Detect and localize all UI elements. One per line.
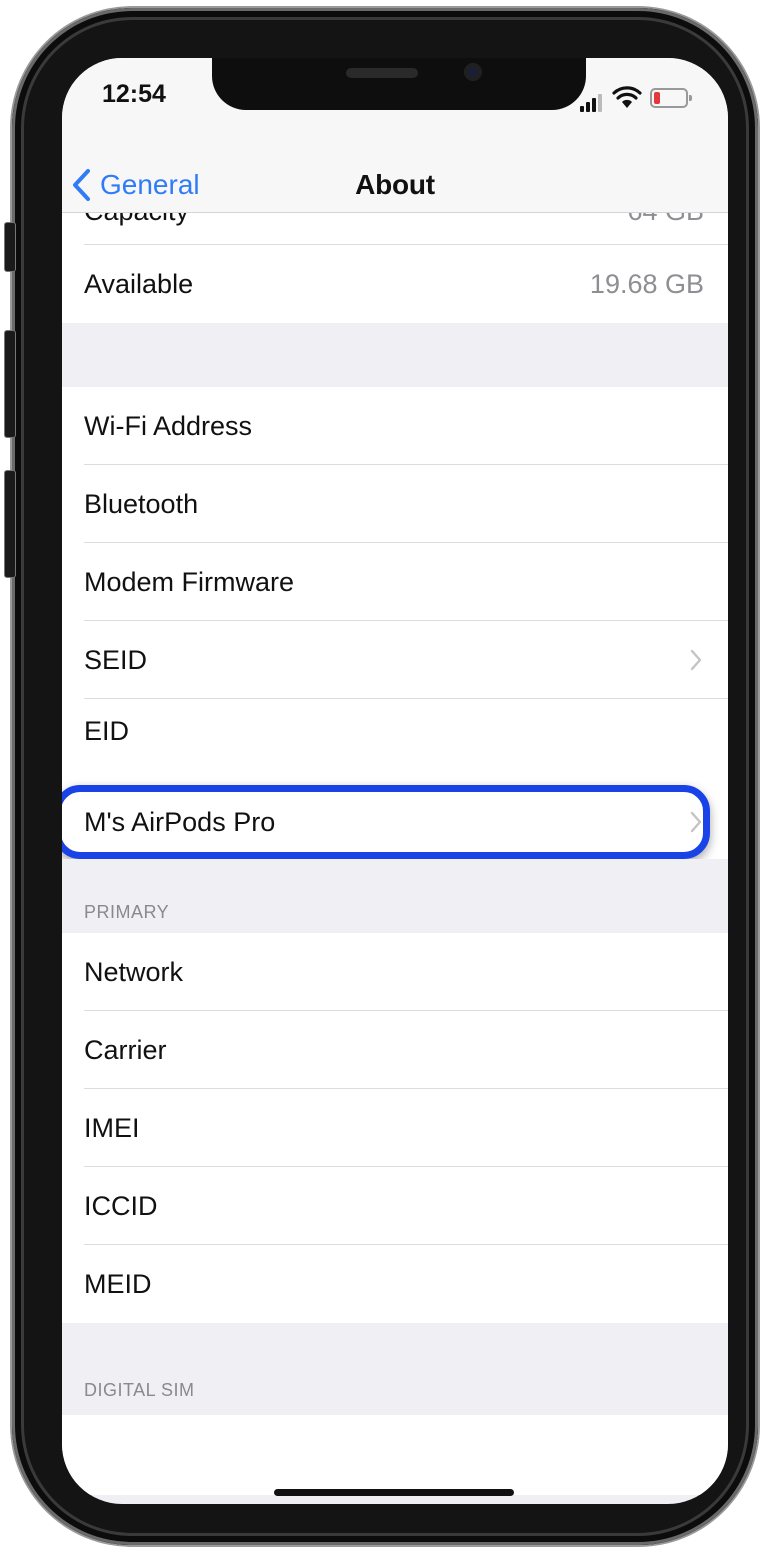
list-item-label: Bluetooth bbox=[84, 489, 199, 519]
list-item-eid: EID bbox=[62, 699, 728, 775]
list-item-bluetooth: Bluetooth bbox=[62, 465, 728, 543]
front-camera bbox=[464, 63, 482, 81]
action-button bbox=[4, 222, 16, 272]
list-item-label: Capacity bbox=[84, 213, 189, 235]
list-item-label: Modem Firmware bbox=[84, 567, 295, 597]
list-item-label: ICCID bbox=[84, 1191, 158, 1221]
volume-up-button bbox=[4, 330, 16, 438]
list-item-label: MEID bbox=[84, 1269, 152, 1299]
list-item-wifi-address: Wi-Fi Address bbox=[62, 387, 728, 465]
list-item-meid: MEID bbox=[62, 1245, 728, 1323]
list-item-digital-sim bbox=[62, 1415, 728, 1495]
list-item-iccid: ICCID bbox=[62, 1167, 728, 1245]
list-item-label: Carrier bbox=[84, 1035, 167, 1065]
status-time: 12:54 bbox=[102, 80, 166, 108]
section-header-digital-sim: DIGITAL SIM bbox=[62, 1323, 728, 1415]
signal-icon bbox=[580, 90, 604, 112]
list-item-label: IMEI bbox=[84, 1113, 140, 1143]
list-item-label: Network bbox=[84, 957, 184, 987]
list-item-airpods[interactable]: M's AirPods Pro bbox=[62, 785, 728, 859]
list-item-carrier: Carrier bbox=[62, 1011, 728, 1089]
list-item-value: 19.68 GB bbox=[589, 269, 704, 299]
volume-down-button bbox=[4, 470, 16, 578]
section-gap bbox=[62, 775, 728, 785]
list-item-modem-firmware: Modem Firmware bbox=[62, 543, 728, 621]
list-item-imei: IMEI bbox=[62, 1089, 728, 1167]
list-item-label: Available bbox=[84, 269, 194, 299]
notch bbox=[212, 58, 586, 110]
list-item-seid[interactable]: SEID bbox=[62, 621, 728, 699]
speaker-grille bbox=[346, 68, 418, 78]
home-indicator[interactable] bbox=[274, 1489, 514, 1496]
section-gap bbox=[62, 323, 728, 387]
list-item-label: EID bbox=[84, 716, 130, 746]
wifi-icon bbox=[612, 86, 642, 108]
status-icons bbox=[580, 86, 698, 112]
settings-list: Capacity 64 GB Available 19.68 GB Wi-Fi … bbox=[62, 213, 728, 1495]
chevron-right-icon bbox=[690, 649, 702, 671]
list-item-label: Wi-Fi Address bbox=[84, 411, 253, 441]
list-item-label: SEID bbox=[84, 645, 148, 675]
page-title: About bbox=[355, 169, 435, 200]
section-header-primary: PRIMARY bbox=[62, 859, 728, 933]
highlight-outline bbox=[62, 785, 710, 859]
section-header-label: DIGITAL SIM bbox=[84, 1380, 195, 1400]
list-item-capacity: Capacity 64 GB bbox=[62, 213, 728, 245]
list-item-network: Network bbox=[62, 933, 728, 1011]
navigation-bar: General About bbox=[62, 158, 728, 213]
section-header-label: PRIMARY bbox=[84, 902, 170, 922]
list-item-value: 64 GB bbox=[627, 213, 704, 235]
battery-icon bbox=[650, 88, 692, 108]
screen: 12:54 General About Available 19.68 GB W… bbox=[62, 58, 728, 1504]
list-item-available: Available 19.68 GB bbox=[62, 245, 728, 323]
